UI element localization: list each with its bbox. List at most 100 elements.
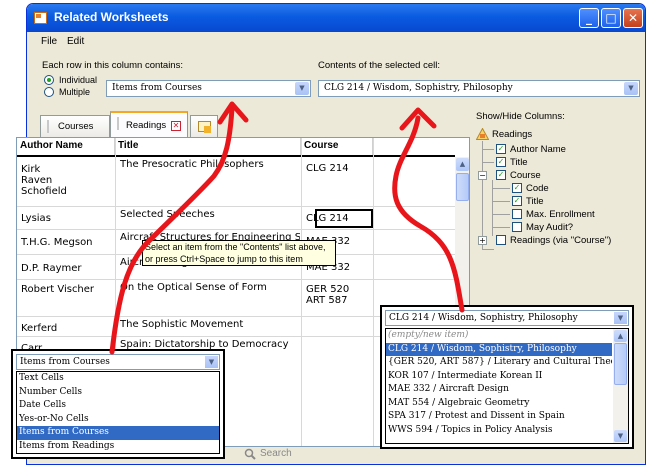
list-item[interactable]: Date Cells [17, 399, 219, 413]
author-cell[interactable]: Lysias [21, 213, 51, 224]
list-item[interactable]: MAE 332 / Aircraft Design [386, 383, 612, 397]
new-tab-button[interactable] [190, 115, 218, 137]
expand-readings-icon[interactable]: + [478, 236, 487, 245]
title-bar: Related Worksheets _ □ ✕ [27, 4, 645, 32]
list-item[interactable]: (empty/new item) [386, 329, 612, 343]
row-source-value: Items from Courses [112, 83, 202, 93]
tree-line [492, 214, 510, 215]
title-cell[interactable]: On the Optical Sense of Form [120, 282, 267, 293]
window-title: Related Worksheets [54, 10, 169, 24]
tree-line [492, 201, 510, 202]
list-item[interactable]: Items from Courses [17, 426, 219, 440]
row-source-popup-select[interactable]: Items from Courses ▼ [16, 354, 220, 370]
tree-item-label: Readings (via "Course") [510, 235, 612, 246]
tree-line [482, 141, 483, 249]
course-cell[interactable]: CLG 214 [306, 163, 349, 174]
contents-popup-select[interactable]: CLG 214 / Wisdom, Sophistry, Philosophy … [385, 310, 629, 326]
multiple-radio[interactable] [44, 87, 54, 97]
tree-line [482, 149, 494, 150]
show-hide-columns-label: Show/Hide Columns: [476, 111, 565, 122]
tooltip-text: Select an item from the "Contents" list … [145, 242, 326, 264]
menu-file[interactable]: File [41, 36, 57, 47]
list-item[interactable]: Items from Readings [17, 440, 219, 454]
table-row[interactable]: Lysias Selected Speeches CLG 214 [17, 207, 455, 230]
title-cell[interactable]: The Sophistic Movement [120, 319, 243, 330]
selected-cell-outline [315, 209, 373, 228]
author-cell[interactable]: Robert Vischer [21, 284, 94, 295]
scroll-thumb[interactable] [456, 173, 469, 201]
row-source-popup-value: Items from Courses [20, 357, 110, 367]
tab-readings[interactable]: Readings ✕ [110, 111, 188, 138]
tree-item-label: Title [526, 196, 544, 207]
author-cell[interactable]: T.H.G. Megson [21, 237, 93, 248]
menu-edit[interactable]: Edit [67, 36, 84, 47]
list-item[interactable]: KOR 107 / Intermediate Korean II [386, 370, 612, 384]
list-item[interactable]: {GER 520, ART 587} / Literary and Cultur… [386, 356, 612, 370]
scroll-up-icon[interactable]: ▲ [614, 330, 627, 342]
list-item[interactable]: Text Cells [17, 372, 219, 386]
author-name-checkbox[interactable]: ✓ [496, 144, 506, 154]
table-row[interactable]: Kirk Raven Schofield The Presocratic Phi… [17, 157, 455, 207]
list-item[interactable]: MAT 554 / Algebraic Geometry [386, 397, 612, 411]
tree-root-readings[interactable]: Readings [492, 129, 532, 140]
row-source-label: Each row in this column contains: [42, 60, 183, 71]
new-sheet-icon [198, 121, 211, 133]
search-field[interactable]: Search [260, 448, 292, 459]
dropdown-scrollbar[interactable]: ▲ ▼ [613, 329, 628, 443]
course-title-checkbox[interactable]: ✓ [512, 196, 522, 206]
scroll-up-icon[interactable]: ▲ [456, 158, 469, 171]
menu-bar: File Edit [27, 33, 645, 50]
readings-via-course-checkbox[interactable] [496, 235, 506, 245]
may-audit-checkbox[interactable] [512, 222, 522, 232]
close-tab-icon[interactable]: ✕ [171, 121, 181, 131]
list-item[interactable]: Number Cells [17, 386, 219, 400]
contents-select[interactable]: CLG 214 / Wisdom, Sophistry, Philosophy … [318, 80, 640, 97]
title-checkbox[interactable]: ✓ [496, 157, 506, 167]
chevron-down-icon[interactable]: ▼ [624, 82, 638, 95]
tree-item-label: Author Name [510, 144, 566, 155]
tree-item-label: Course [510, 170, 541, 181]
max-enrollment-checkbox[interactable] [512, 209, 522, 219]
tree-line [482, 162, 494, 163]
scroll-down-icon[interactable]: ▼ [614, 430, 627, 442]
minimize-button[interactable]: _ [579, 8, 599, 28]
row-source-select[interactable]: Items from Courses ▼ [106, 80, 311, 97]
course-checkbox[interactable]: ✓ [496, 170, 506, 180]
list-item[interactable]: CLG 214 / Wisdom, Sophistry, Philosophy [386, 342, 612, 356]
author-cell[interactable]: D.P. Raymer [21, 263, 82, 274]
list-item[interactable]: Yes-or-No Cells [17, 413, 219, 427]
column-header-title[interactable]: Title [115, 138, 301, 155]
column-header-course[interactable]: Course [301, 138, 373, 155]
author-cell[interactable]: Kerferd [21, 323, 57, 334]
scroll-thumb[interactable] [614, 343, 627, 385]
list-item[interactable]: SPA 317 / Protest and Dissent in Spain [386, 410, 612, 424]
course-cell[interactable]: GER 520 ART 587 [306, 284, 349, 306]
worksheet-icon [34, 12, 47, 24]
tree-item-label: May Audit? [526, 222, 573, 233]
maximize-button[interactable]: □ [601, 8, 621, 28]
tree-line [492, 227, 510, 228]
contents-tooltip: Select an item from the "Contents" list … [142, 240, 336, 266]
tree-item-label: Title [510, 157, 528, 168]
chevron-down-icon[interactable]: ▼ [205, 356, 218, 368]
tab-courses[interactable]: Courses [40, 115, 110, 137]
list-item[interactable]: WWS 594 / Topics in Policy Analysis [386, 424, 612, 438]
code-checkbox[interactable]: ✓ [512, 183, 522, 193]
title-cell[interactable]: The Presocratic Philosophers [120, 159, 264, 170]
chevron-down-icon[interactable]: ▼ [295, 82, 309, 95]
contents-label: Contents of the selected cell: [318, 60, 440, 71]
tab-color-bar [47, 120, 49, 133]
close-button[interactable]: ✕ [623, 8, 643, 28]
author-cell[interactable]: Kirk Raven Schofield [21, 164, 67, 197]
tree-item-label: Max. Enrollment [526, 209, 595, 220]
tab-color-bar [117, 117, 119, 130]
title-cell[interactable]: Selected Speeches [120, 209, 215, 220]
collapse-course-icon[interactable]: − [478, 171, 487, 180]
individual-radio[interactable] [44, 75, 54, 85]
tree-item-label: Code [526, 183, 549, 194]
chevron-down-icon[interactable]: ▼ [614, 312, 627, 324]
column-header-author[interactable]: Author Name [17, 138, 115, 155]
tree-line [492, 188, 510, 189]
contents-dropdown: CLG 214 / Wisdom, Sophistry, Philosophy … [380, 305, 634, 449]
row-source-options: Text Cells Number Cells Date Cells Yes-o… [16, 371, 220, 454]
